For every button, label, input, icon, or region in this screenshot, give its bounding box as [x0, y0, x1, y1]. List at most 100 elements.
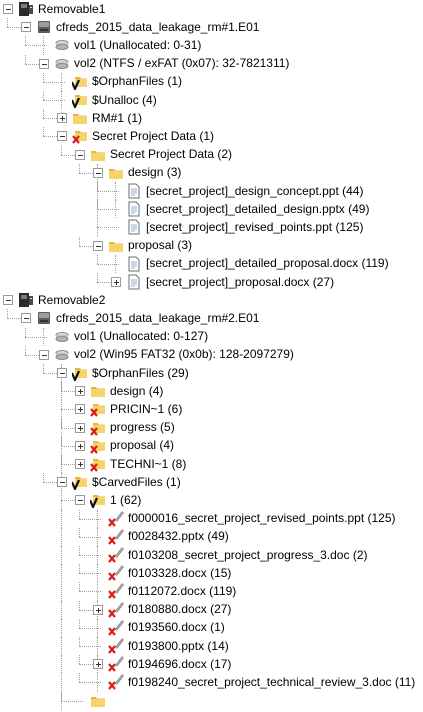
- collapse-icon[interactable]: [39, 349, 49, 360]
- disk-image-icon: [36, 310, 52, 326]
- tree-node-vol1-unallocated-0-31[interactable]: vol1 (Unallocated: 0-31): [74, 36, 201, 54]
- collapse-icon[interactable]: [57, 368, 67, 378]
- tree-node-secret-project-detailed-proposal-docx-119[interactable]: [secret_project]_detailed_proposal.docx …: [146, 254, 389, 272]
- expand-icon[interactable]: [93, 604, 103, 615]
- folder-icon: [90, 147, 106, 163]
- tree-node-proposal-3[interactable]: proposal (3): [128, 236, 192, 254]
- tree-line: [79, 555, 101, 556]
- expand-icon[interactable]: [75, 404, 85, 415]
- tree-line: [25, 336, 47, 338]
- tree-line: [25, 327, 26, 337]
- volume-icon: [54, 329, 70, 345]
- tree-line: [97, 191, 119, 192]
- tree-line: [25, 36, 26, 46]
- expand-icon[interactable]: [75, 440, 85, 451]
- expand-icon[interactable]: [111, 277, 121, 287]
- tree-node-secret-project-data-2[interactable]: Secret Project Data (2): [110, 145, 232, 163]
- evidence-tree: Removable1 cfreds_2015_data_leakage_rm#1.…: [0, 0, 423, 710]
- tree-line: [43, 127, 44, 137]
- collapse-icon[interactable]: [93, 240, 103, 251]
- tree-node-carvedfiles-1[interactable]: $CarvedFiles (1): [92, 473, 181, 491]
- tree-node-f0180880-docx-27[interactable]: f0180880.docx (27): [128, 600, 231, 618]
- document-icon: [126, 183, 142, 199]
- deleted-file-icon: [108, 620, 124, 636]
- folder-icon: [72, 110, 88, 126]
- tree-line: [43, 91, 44, 100]
- tree-node-f0000016-secret-project-revised-points-ppt-125[interactable]: f0000016_secret_project_revised_points.p…: [128, 509, 396, 527]
- deleted-file-icon: [108, 565, 124, 581]
- tree-node-removable2[interactable]: Removable2: [38, 291, 105, 309]
- tree-node-design-3[interactable]: design (3): [128, 163, 181, 181]
- tree-node-rm-1-1[interactable]: RM#1 (1): [92, 109, 142, 127]
- collapse-icon[interactable]: [75, 495, 85, 506]
- expand-icon[interactable]: [75, 386, 85, 397]
- deleted-file-icon: [108, 583, 124, 600]
- tree-node-f0112072-docx-119[interactable]: f0112072.docx (119): [128, 582, 236, 600]
- expand-icon[interactable]: [75, 459, 85, 469]
- tree-node-f0103208-secret-project-progress-3-doc-2[interactable]: f0103208_secret_project_progress_3.doc (…: [128, 546, 367, 564]
- collapse-icon[interactable]: [75, 149, 85, 160]
- tree-line: [79, 564, 80, 574]
- expand-icon[interactable]: [93, 659, 103, 670]
- document-icon: [126, 201, 142, 217]
- collapse-icon[interactable]: [21, 22, 31, 33]
- tree-line: [61, 145, 62, 155]
- tree-node-vol2-win95-fat32-0x0b-128-2097279[interactable]: vol2 (Win95 FAT32 (0x0b): 128-2097279): [74, 345, 294, 363]
- tree-node-f0028432-pptx-49[interactable]: f0028432.pptx (49): [128, 527, 229, 545]
- tree-line: [79, 509, 80, 519]
- tree-line: [61, 527, 62, 546]
- tree-node-proposal-4[interactable]: proposal (4): [110, 436, 174, 454]
- tree-node-pricin-1-6[interactable]: PRICIN~1 (6): [110, 400, 182, 418]
- tree-line: [61, 582, 62, 601]
- tree-node-f0193560-docx-1[interactable]: f0193560.docx (1): [128, 618, 225, 636]
- folder-icon: [108, 238, 124, 254]
- tree-node-cfreds-2015-data-leakage-rm-2-e01[interactable]: cfreds_2015_data_leakage_rm#2.E01: [56, 309, 259, 327]
- deleted-file-icon: [108, 510, 124, 527]
- folder-v-icon: [70, 365, 88, 383]
- tree-node-cfreds-2015-data-leakage-rm-1-e01[interactable]: cfreds_2015_data_leakage_rm#1.E01: [56, 18, 259, 36]
- expand-icon[interactable]: [75, 422, 85, 433]
- tree-node-orphanfiles-29[interactable]: $OrphanFiles (29): [92, 364, 189, 382]
- tree-node-design-4[interactable]: design (4): [110, 382, 163, 400]
- tree-line: [61, 618, 62, 637]
- collapse-icon[interactable]: [3, 4, 13, 14]
- collapse-icon[interactable]: [39, 58, 49, 69]
- tree-node-unalloc-4[interactable]: $Unalloc (4): [92, 91, 157, 109]
- tree-line: [61, 600, 62, 619]
- tree-line: [97, 263, 119, 265]
- tree-node-orphanfiles-1[interactable]: $OrphanFiles (1): [92, 72, 182, 90]
- volume-icon: [54, 347, 70, 363]
- tree-line: [61, 436, 62, 446]
- folder-v-icon: [88, 492, 106, 511]
- tree-node-secret-project-detailed-design-pptx-49[interactable]: [secret_project]_detailed_design.pptx (4…: [146, 200, 369, 218]
- tree-node-techni-1-8[interactable]: TECHNI~1 (8): [110, 455, 186, 473]
- tree-line: [61, 382, 62, 392]
- tree-line: [61, 400, 62, 410]
- tree-node-progress-5[interactable]: progress (5): [110, 418, 175, 436]
- collapse-icon[interactable]: [57, 477, 67, 488]
- tree-line: [79, 618, 80, 628]
- tree-node-secret-project-revised-points-ppt-125[interactable]: [secret_project]_revised_points.ppt (125…: [146, 218, 363, 236]
- tree-node-vol2-ntfs-exfat-0x07-32-7821311[interactable]: vol2 (NTFS / exFAT (0x07): 32-7821311): [74, 54, 289, 72]
- tree-node-secret-project-design-concept-ppt-44[interactable]: [secret_project]_design_concept.ppt (44): [146, 182, 363, 200]
- tree-node-f0194696-docx-17[interactable]: f0194696.docx (17): [128, 655, 231, 673]
- tree-line: [25, 54, 26, 64]
- tree-node-f0198240-secret-project-technical-review-3-doc-11[interactable]: f0198240_secret_project_technical_review…: [128, 673, 415, 691]
- tree-line: [79, 546, 80, 555]
- tree-node-secret-project-proposal-docx-27[interactable]: [secret_project]_proposal.docx (27): [146, 273, 334, 291]
- folder-icon: [90, 693, 106, 709]
- collapse-icon[interactable]: [21, 313, 31, 324]
- tree-line: [79, 637, 80, 646]
- collapse-icon[interactable]: [57, 131, 67, 142]
- expand-icon[interactable]: [57, 113, 67, 124]
- collapse-icon[interactable]: [93, 167, 103, 178]
- tree-line: [43, 473, 44, 483]
- tree-node-removable1[interactable]: Removable1: [38, 0, 105, 18]
- removable-drive-icon: [18, 292, 34, 308]
- tree-node-f0103328-docx-15[interactable]: f0103328.docx (15): [128, 564, 231, 582]
- tree-node-vol1-unallocated-0-127[interactable]: vol1 (Unallocated: 0-127): [74, 327, 208, 345]
- tree-node-f0193800-pptx-14[interactable]: f0193800.pptx (14): [128, 637, 229, 655]
- collapse-icon[interactable]: [3, 295, 13, 306]
- tree-node-1-62[interactable]: 1 (62): [110, 491, 141, 509]
- tree-node-secret-project-data-1[interactable]: Secret Project Data (1): [92, 127, 214, 145]
